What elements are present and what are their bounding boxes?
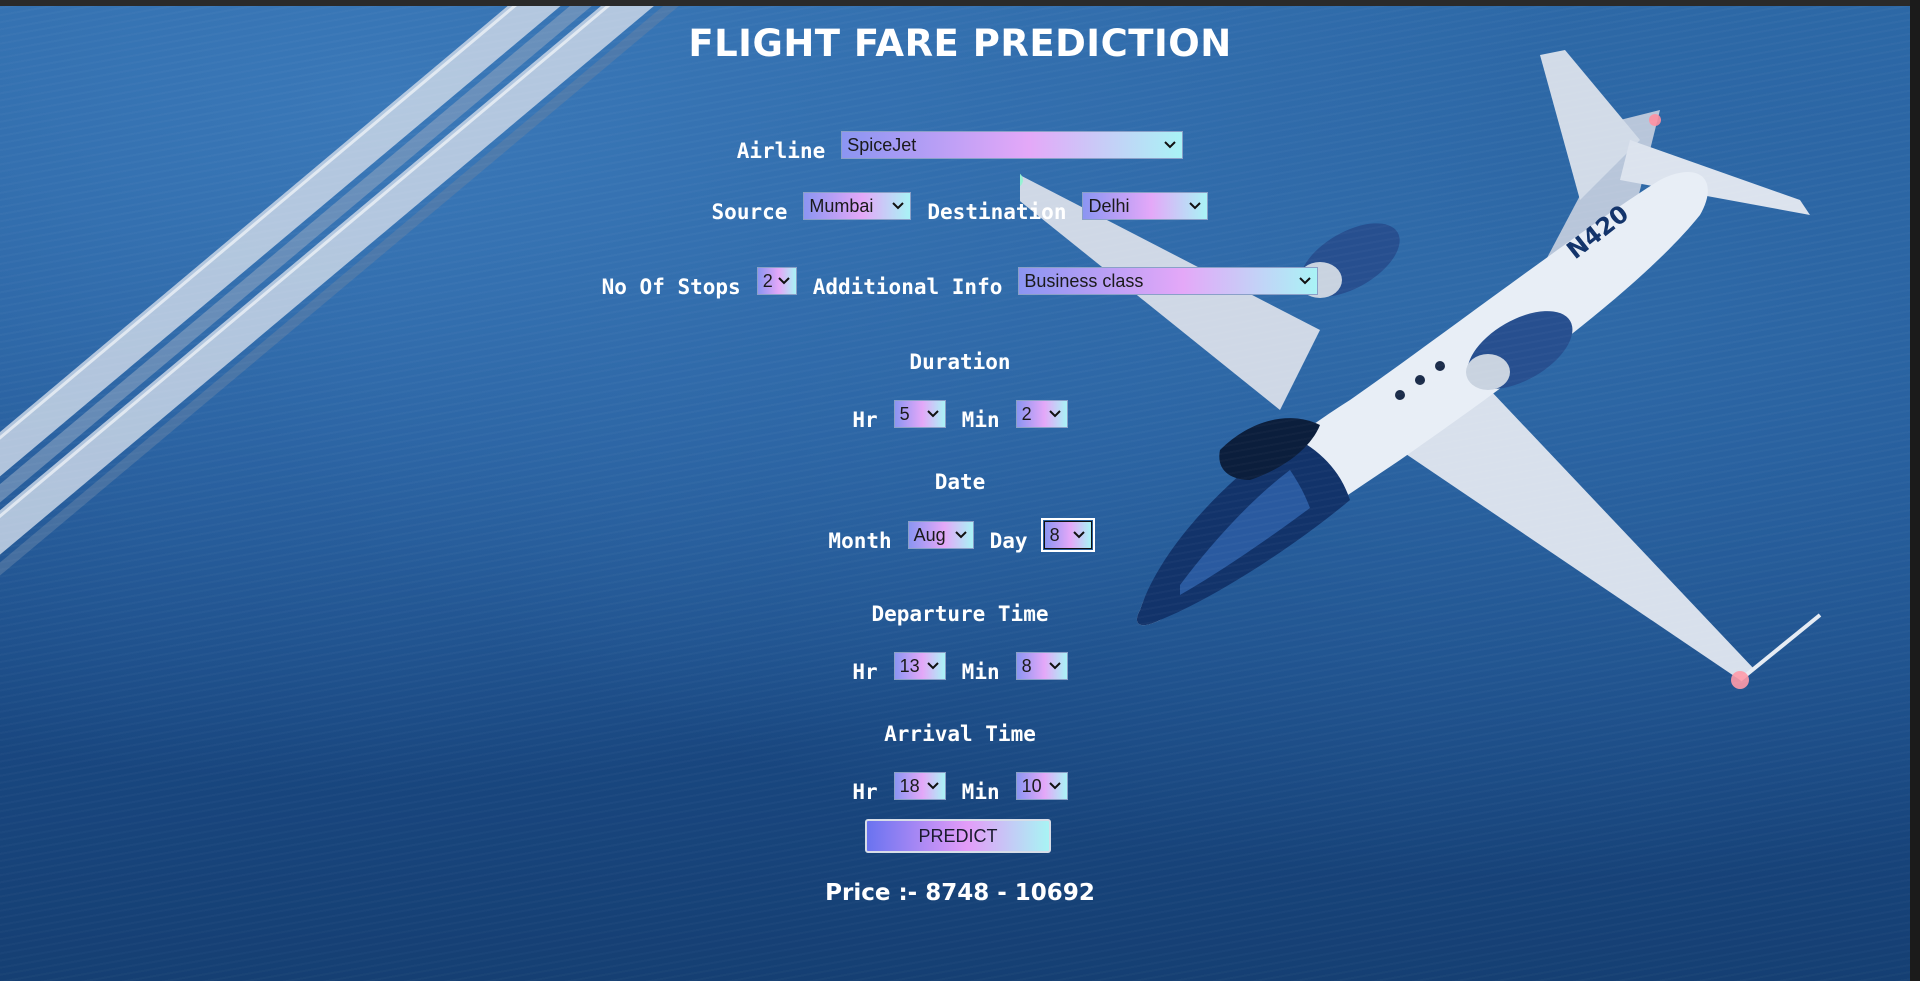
stops-row: No Of Stops 2 Additional Info Business c… <box>0 267 1920 299</box>
month-value: Aug <box>913 524 946 545</box>
departure-min-select[interactable]: 8 <box>1015 652 1068 680</box>
chevron-down-icon <box>926 662 939 670</box>
stops-select[interactable]: 2 <box>756 267 797 295</box>
departure-min-value: 8 <box>1021 655 1032 676</box>
duration-row: Hr 5 Min 2 <box>0 400 1920 432</box>
additional-info-select-value: Business class <box>1024 270 1144 291</box>
date-row: Month Aug Day 8 <box>0 518 1920 553</box>
additional-info-label: Additional Info <box>812 275 1003 299</box>
duration-hr-label: Hr <box>852 408 878 432</box>
arrival-min-label: Min <box>961 780 1000 804</box>
window-top-bar <box>0 0 1920 6</box>
arrival-min-value: 10 <box>1021 775 1042 796</box>
duration-hr-select[interactable]: 5 <box>893 400 946 428</box>
month-label: Month <box>828 529 892 553</box>
chevron-down-icon <box>1048 410 1061 418</box>
destination-select-value: Delhi <box>1088 195 1130 216</box>
arrival-heading: Arrival Time <box>884 722 1036 746</box>
destination-label: Destination <box>927 200 1067 224</box>
departure-heading: Departure Time <box>871 602 1049 626</box>
stops-label: No Of Stops <box>601 275 741 299</box>
arrival-hr-value: 18 <box>899 775 920 796</box>
chevron-down-icon <box>1189 202 1202 210</box>
day-value: 8 <box>1049 524 1060 545</box>
chevron-down-icon <box>777 277 790 285</box>
chevron-down-icon <box>1164 141 1176 149</box>
arrival-row: Hr 18 Min 10 <box>0 772 1920 804</box>
bridge-illustration <box>0 0 700 600</box>
source-select[interactable]: Mumbai <box>803 192 912 220</box>
chevron-down-icon <box>1048 662 1061 670</box>
date-heading: Date <box>934 470 986 494</box>
route-row: Source Mumbai Destination Delhi <box>0 192 1920 224</box>
arrival-hr-label: Hr <box>852 780 878 804</box>
month-select[interactable]: Aug <box>907 521 974 549</box>
chevron-down-icon <box>926 410 939 418</box>
arrival-hr-select[interactable]: 18 <box>893 772 946 800</box>
arrival-min-select[interactable]: 10 <box>1015 772 1068 800</box>
departure-row: Hr 13 Min 8 <box>0 652 1920 684</box>
chevron-down-icon <box>1072 531 1085 539</box>
stops-select-value: 2 <box>762 270 773 291</box>
airline-select[interactable]: SpiceJet <box>841 131 1184 159</box>
chevron-down-icon <box>954 531 967 539</box>
chevron-down-icon <box>1048 782 1061 790</box>
predict-button[interactable]: PREDICT <box>865 819 1051 853</box>
source-label: Source <box>711 200 788 224</box>
duration-heading: Duration <box>909 350 1011 374</box>
chevron-down-icon <box>926 782 939 790</box>
additional-info-select[interactable]: Business class <box>1018 267 1319 295</box>
departure-hr-label: Hr <box>852 660 878 684</box>
departure-min-label: Min <box>961 660 1000 684</box>
source-select-value: Mumbai <box>809 195 874 216</box>
destination-select[interactable]: Delhi <box>1082 192 1209 220</box>
chevron-down-icon <box>1299 277 1312 285</box>
day-select[interactable]: 8 <box>1040 518 1095 552</box>
duration-min-value: 2 <box>1021 403 1032 424</box>
airline-label: Airline <box>736 139 826 163</box>
departure-hr-select[interactable]: 13 <box>893 652 946 680</box>
duration-min-label: Min <box>961 408 1000 432</box>
duration-hr-value: 5 <box>899 403 910 424</box>
departure-hr-value: 13 <box>899 655 920 676</box>
chevron-down-icon <box>892 202 905 210</box>
day-label: Day <box>989 529 1028 553</box>
price-result: Price :- 8748 - 10692 <box>825 880 1095 906</box>
airline-select-value: SpiceJet <box>847 134 917 155</box>
page-title: FLIGHT FARE PREDICTION <box>688 22 1232 65</box>
duration-min-select[interactable]: 2 <box>1015 400 1068 428</box>
airline-row: Airline SpiceJet <box>0 131 1920 163</box>
